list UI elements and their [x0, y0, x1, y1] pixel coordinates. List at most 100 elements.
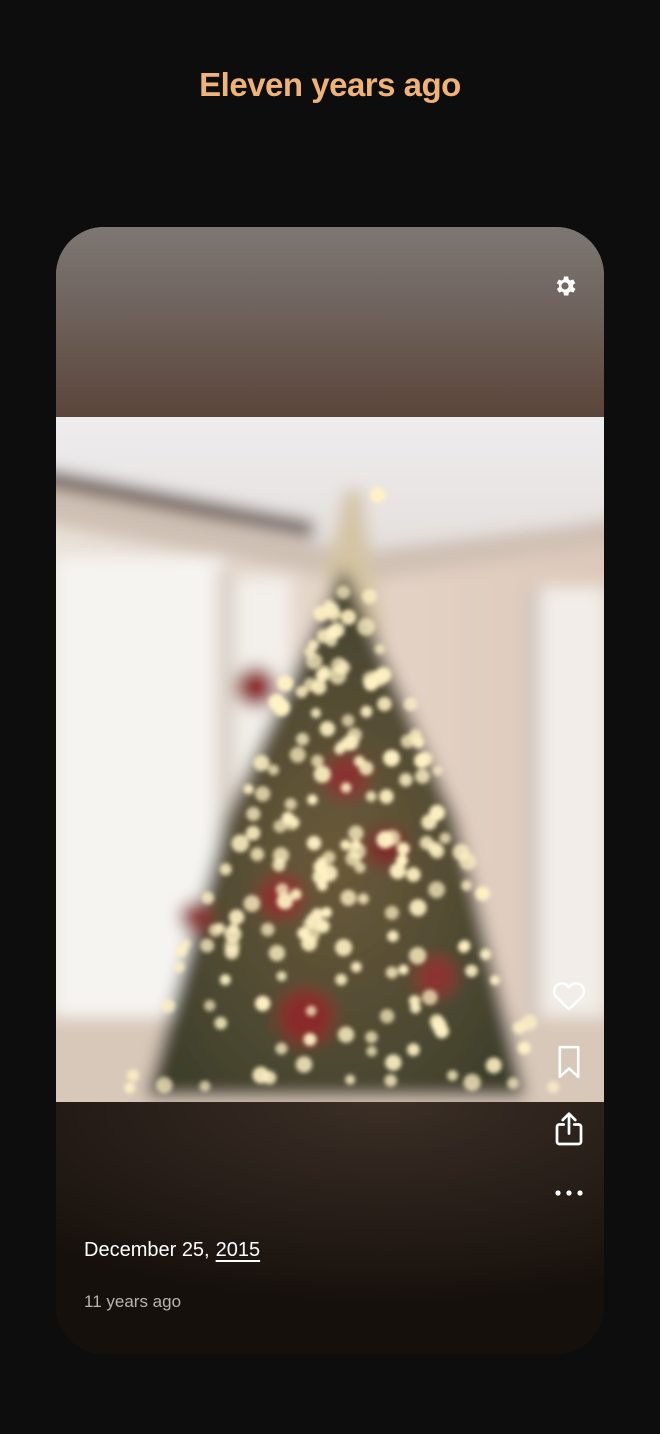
- bokeh-light: [331, 657, 347, 674]
- bokeh-light: [252, 1066, 270, 1084]
- page-title: Eleven years ago: [199, 66, 461, 103]
- more-options-button[interactable]: [548, 1172, 590, 1214]
- bokeh-light: [345, 1074, 356, 1085]
- bokeh-light: [250, 847, 265, 862]
- memory-card[interactable]: December 25, 2015 11 years ago: [56, 227, 604, 1354]
- bokeh-light: [321, 907, 332, 918]
- bokeh-light: [517, 1041, 531, 1055]
- bokeh-light: [406, 867, 421, 882]
- bokeh-light: [461, 880, 472, 891]
- bokeh-light: [409, 729, 422, 742]
- bokeh-light: [415, 768, 430, 784]
- bokeh-light: [295, 1056, 313, 1073]
- bokeh-light: [345, 850, 361, 867]
- bokeh-light: [507, 1077, 519, 1090]
- bokeh-light: [124, 1082, 136, 1094]
- bokeh-light: [303, 926, 320, 943]
- bokeh-light: [419, 752, 434, 766]
- bokeh-light: [431, 1017, 447, 1033]
- bokeh-light: [403, 697, 418, 711]
- bokeh-light: [214, 922, 226, 934]
- bokeh-light: [447, 1070, 458, 1081]
- date-year-link[interactable]: 2015: [216, 1239, 261, 1261]
- bokeh-light: [410, 1002, 421, 1014]
- bokeh-light: [385, 1054, 402, 1071]
- christmas-tree-photo: [56, 417, 604, 1102]
- bokeh-light: [295, 685, 308, 698]
- bokeh-light: [296, 732, 309, 746]
- bokeh-light: [276, 971, 287, 982]
- bokeh-light: [311, 754, 324, 768]
- bokeh-light: [351, 839, 362, 850]
- bokeh-light: [214, 1016, 228, 1030]
- bokeh-light: [421, 814, 438, 830]
- bokeh-light: [370, 487, 386, 503]
- bokeh-light: [396, 842, 410, 856]
- relative-time: 11 years ago: [84, 1292, 182, 1311]
- bokeh-light: [243, 895, 261, 912]
- bookmark-button[interactable]: [548, 1041, 590, 1083]
- bokeh-light: [306, 653, 323, 670]
- heart-icon: [552, 982, 586, 1011]
- gear-icon: [556, 276, 576, 296]
- date-text: December 25,: [84, 1239, 210, 1261]
- bokeh-light: [365, 791, 377, 802]
- bokeh-light: [489, 975, 501, 986]
- bokeh-light: [310, 708, 321, 719]
- bokeh-light: [384, 905, 399, 920]
- bokeh-light: [313, 859, 328, 874]
- bokeh-light: [340, 889, 357, 906]
- bokeh-light: [362, 588, 377, 604]
- bokeh-light: [305, 1005, 317, 1017]
- bokeh-light: [350, 961, 362, 973]
- bokeh-light: [307, 794, 318, 805]
- bokeh-light: [340, 782, 352, 793]
- bokeh-light: [340, 609, 357, 625]
- bokeh-light: [243, 783, 254, 795]
- bokeh-light: [246, 806, 261, 822]
- bokeh-light: [432, 765, 443, 776]
- bokeh-light: [253, 754, 270, 772]
- settings-button[interactable]: [548, 269, 582, 303]
- bokeh-light: [126, 1069, 140, 1082]
- bokeh-light: [343, 734, 359, 751]
- like-button[interactable]: [548, 974, 590, 1016]
- bokeh-light: [360, 705, 373, 718]
- bokeh-light: [204, 999, 216, 1012]
- bokeh-light: [219, 974, 231, 986]
- bokeh-light: [254, 786, 271, 802]
- bokeh-light: [365, 1031, 378, 1044]
- bokeh-light: [284, 815, 300, 831]
- bokeh-light: [284, 798, 297, 811]
- bokeh-light: [255, 995, 271, 1012]
- bokeh-light: [465, 964, 478, 978]
- bokeh-light: [175, 945, 188, 957]
- bokeh-light: [439, 832, 451, 844]
- bokeh-light: [260, 922, 275, 937]
- bokeh-light: [277, 675, 294, 692]
- bokeh-light: [319, 721, 336, 737]
- bokeh-light: [245, 825, 261, 841]
- bokeh-light: [399, 773, 413, 787]
- bokeh-light: [383, 749, 400, 767]
- bokeh-light: [307, 639, 319, 651]
- bokeh-light: [427, 841, 442, 855]
- bokeh-light: [384, 829, 401, 846]
- memory-photo[interactable]: [56, 417, 604, 1102]
- bokeh-light: [357, 893, 369, 905]
- bokeh-light: [458, 939, 471, 952]
- bokeh-light: [407, 1043, 420, 1057]
- bokeh-light: [199, 1080, 211, 1092]
- bokeh-light: [374, 643, 386, 655]
- bokeh-light: [335, 973, 348, 986]
- bokeh-light: [422, 989, 438, 1006]
- share-button[interactable]: [548, 1108, 590, 1150]
- bokeh-light: [268, 764, 279, 776]
- bokeh-light: [341, 714, 355, 727]
- bokeh-light: [385, 966, 398, 979]
- bokeh-light: [337, 1026, 355, 1043]
- bokeh-light: [268, 944, 286, 962]
- bokeh-light: [289, 746, 306, 763]
- bokeh-light: [275, 1042, 288, 1055]
- bokeh-light: [479, 948, 492, 961]
